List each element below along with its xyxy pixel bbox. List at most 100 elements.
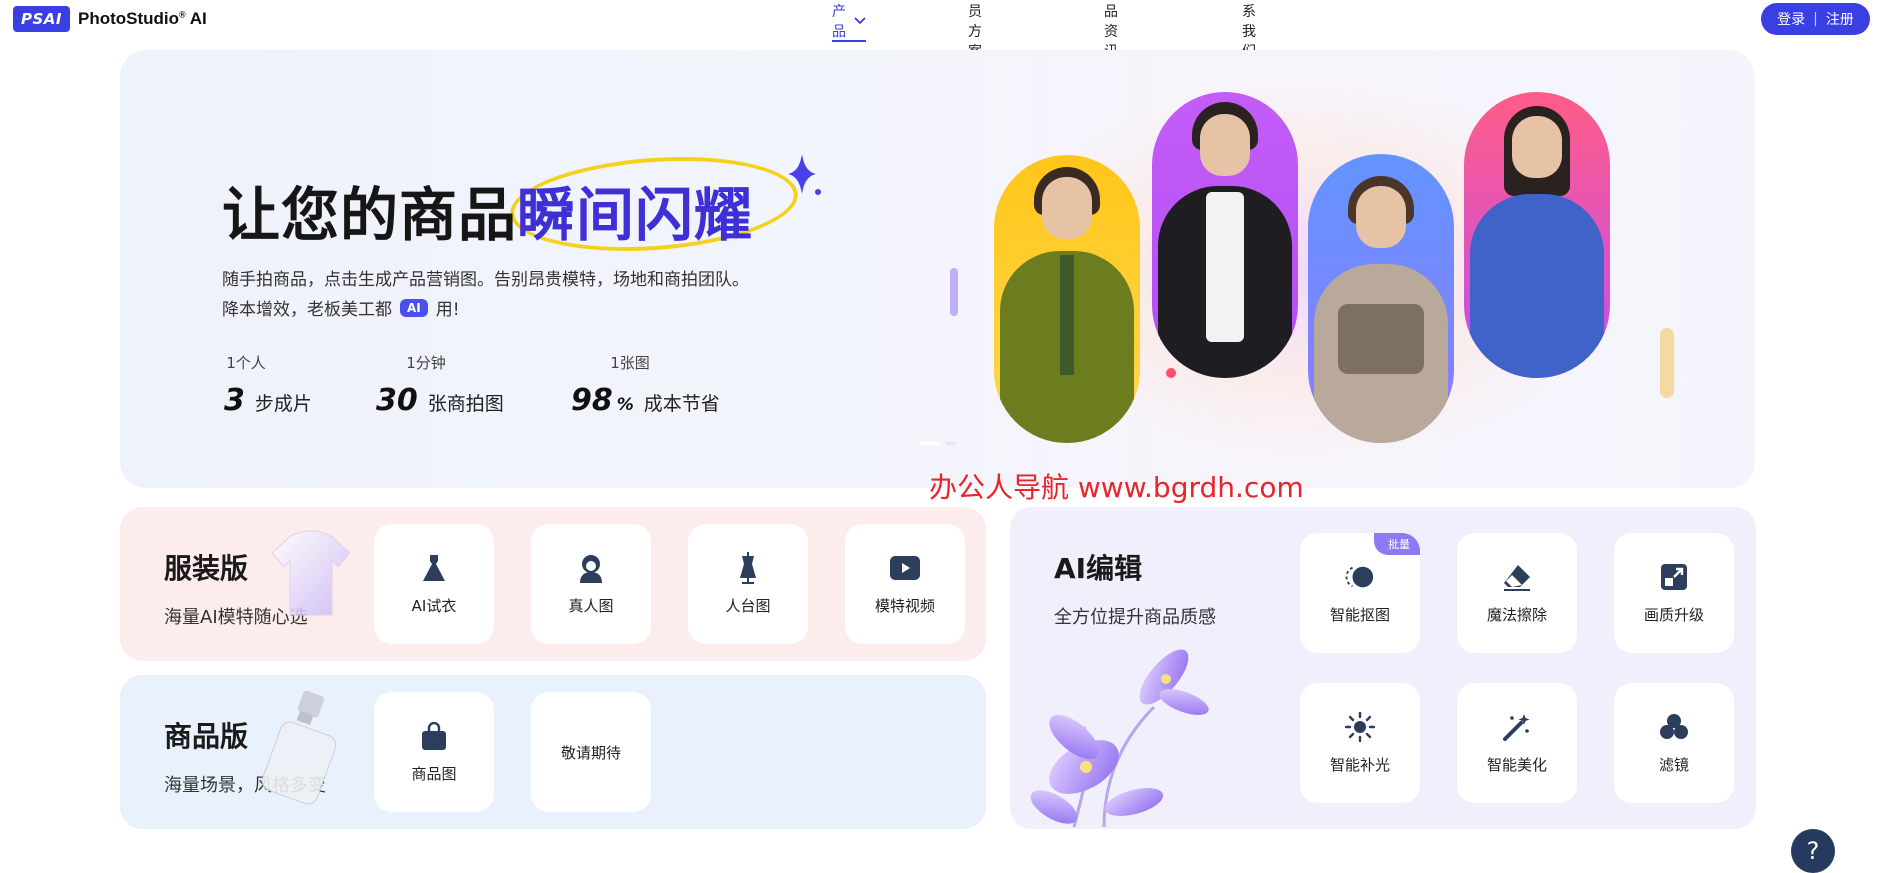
tile-real-person[interactable]: 真人图 [531,524,651,644]
tile-model-video[interactable]: 模特视频 [845,524,965,644]
product-card: 商品版 海量场景，风格多变 商品图 敬请期待 [120,675,986,829]
nav-item-membership[interactable]: 会员方案 [968,0,982,60]
stat-savings: 1张图 98 % 成本节省 [571,352,720,418]
stat-top: 1张图 [610,354,650,372]
model-torso [1470,194,1604,378]
model-image-black-blazer [1152,92,1298,378]
tile-magic-eraser[interactable]: 魔法擦除 [1457,533,1577,653]
flower-illustration [1030,649,1209,827]
tile-label: 魔法擦除 [1486,605,1547,624]
tile-label: 智能抠图 [1329,605,1390,624]
stat-unit: % [616,395,634,415]
model-head [1356,186,1406,248]
carousel-dot[interactable] [946,442,956,445]
ai-badge: AI [400,298,428,317]
shopping-bag-icon [419,721,449,751]
model-image-blue-hoodie [1464,92,1610,378]
tile-label: 画质升级 [1643,605,1704,624]
tile-mannequin[interactable]: 人台图 [688,524,808,644]
stat-label: 成本节省 [643,393,720,415]
tile-ai-tryon[interactable]: AI试衣 [374,524,494,644]
model-shirt [1206,192,1244,342]
hero-subtitle-post: 用! [435,300,460,320]
tile-label: 模特视频 [874,596,935,615]
carousel-dot-active[interactable] [920,442,940,445]
upscale-icon [1659,562,1689,592]
hero-title-main: 让您的商品 [222,181,518,249]
chevron-down-icon [854,15,866,28]
logo-text: PhotoStudio® AI [78,9,207,28]
apparel-title: 服装版 [164,552,249,585]
stat-number: 98 [571,383,613,418]
login-register-button[interactable]: 登录 | 注册 [1761,3,1870,35]
carousel-indicators [920,442,956,445]
mannequin-icon [733,551,763,584]
tile-smart-cutout[interactable]: 批量 智能抠图 [1300,533,1420,653]
stat-photos: 1分钟 30 张商拍图 [376,352,504,418]
tile-smart-beautify[interactable]: 智能美化 [1457,683,1577,803]
stat-label: 张商拍图 [427,393,504,415]
ai-edit-title: AI编辑 [1054,552,1143,585]
tile-label: 敬请期待 [560,743,621,762]
nav-item-products[interactable]: 产品 [832,0,866,42]
register-link[interactable]: 注册 [1826,9,1854,29]
play-icon [890,553,920,583]
nav-item-label: 产品 [832,4,846,40]
dress-icon [419,553,449,583]
cutout-icon [1345,562,1375,592]
ai-edit-card: AI编辑 全方位提升商品质感 批量 智能抠图 魔法擦除 画质升级 智能补光 智能… [1010,507,1756,829]
stat-top: 1个人 [226,354,266,372]
stat-top: 1分钟 [406,354,446,372]
hero-title-highlight: 瞬间闪耀 [517,181,754,249]
tile-label: AI试衣 [411,596,457,615]
tile-product-image[interactable]: 商品图 [374,692,494,812]
model-image-beige-tee [1308,154,1454,443]
hero-subtitle-pre: 降本增效，老板美工都 [222,300,392,320]
tile-filter[interactable]: 滤镜 [1614,683,1734,803]
eraser-icon [1502,562,1532,592]
model-head [1200,114,1250,176]
bokeh-decoration [1660,328,1674,398]
shirt-illustration [271,530,351,616]
person-icon [576,553,606,583]
separator: | [1813,11,1818,27]
model-tie [1060,255,1074,375]
apparel-card: 服装版 海量AI模特随心选 AI试衣 真人图 人台图 模特视频 [120,507,986,661]
filter-icon [1659,712,1689,742]
hero-subtitle-line1: 随手拍商品，点击生成产品营销图。告别昂贵模特，场地和商拍团队。 [222,270,749,290]
tile-label: 人台图 [725,596,771,615]
logo-mark: PSAI [13,6,70,32]
tile-coming-soon: 敬请期待 [531,692,651,812]
tile-smart-lighting[interactable]: 智能补光 [1300,683,1420,803]
nav-item-news[interactable]: 产品资讯 [1104,0,1118,60]
model-head [1042,177,1092,239]
tile-label: 商品图 [411,764,457,783]
batch-badge: 批量 [1374,533,1420,555]
logo[interactable]: PSAI PhotoStudio® AI [13,6,207,32]
hero-banner: 让您的商品瞬间闪耀 随手拍商品，点击生成产品营销图。告别昂贵模特，场地和商拍团队… [120,50,1755,488]
stat-number: 30 [376,383,418,418]
sun-icon [1345,711,1375,742]
bokeh-decoration [950,268,958,316]
perfume-bottle-illustration [262,690,337,805]
model-image-green-shirt [994,155,1140,443]
nav-item-contact[interactable]: 联系我们 [1242,0,1256,60]
tile-label: 智能美化 [1486,755,1547,774]
tile-label: 滤镜 [1658,755,1689,774]
magic-wand-icon [1502,712,1532,742]
model-print [1338,304,1424,374]
top-nav-bar: PSAI PhotoStudio® AI 产品 会员方案 产品资讯 联系我们 登… [0,0,1879,60]
help-button[interactable]: ? [1791,829,1835,873]
watermark-text: 办公人导航 www.bgrdh.com [929,471,1304,504]
hero-subtitle-line2: 降本增效，老板美工都 AI 用! [222,295,460,320]
sparkle-icon [788,154,822,205]
product-title: 商品版 [164,720,249,753]
stat-number: 3 [224,383,245,418]
hero-title: 让您的商品瞬间闪耀 [222,168,753,252]
tile-label: 智能补光 [1329,755,1390,774]
login-link[interactable]: 登录 [1777,9,1805,29]
tile-label: 真人图 [568,596,614,615]
tile-quality-upgrade[interactable]: 画质升级 [1614,533,1734,653]
stat-steps: 1个人 3 步成片 [196,352,312,418]
model-head [1512,116,1562,178]
